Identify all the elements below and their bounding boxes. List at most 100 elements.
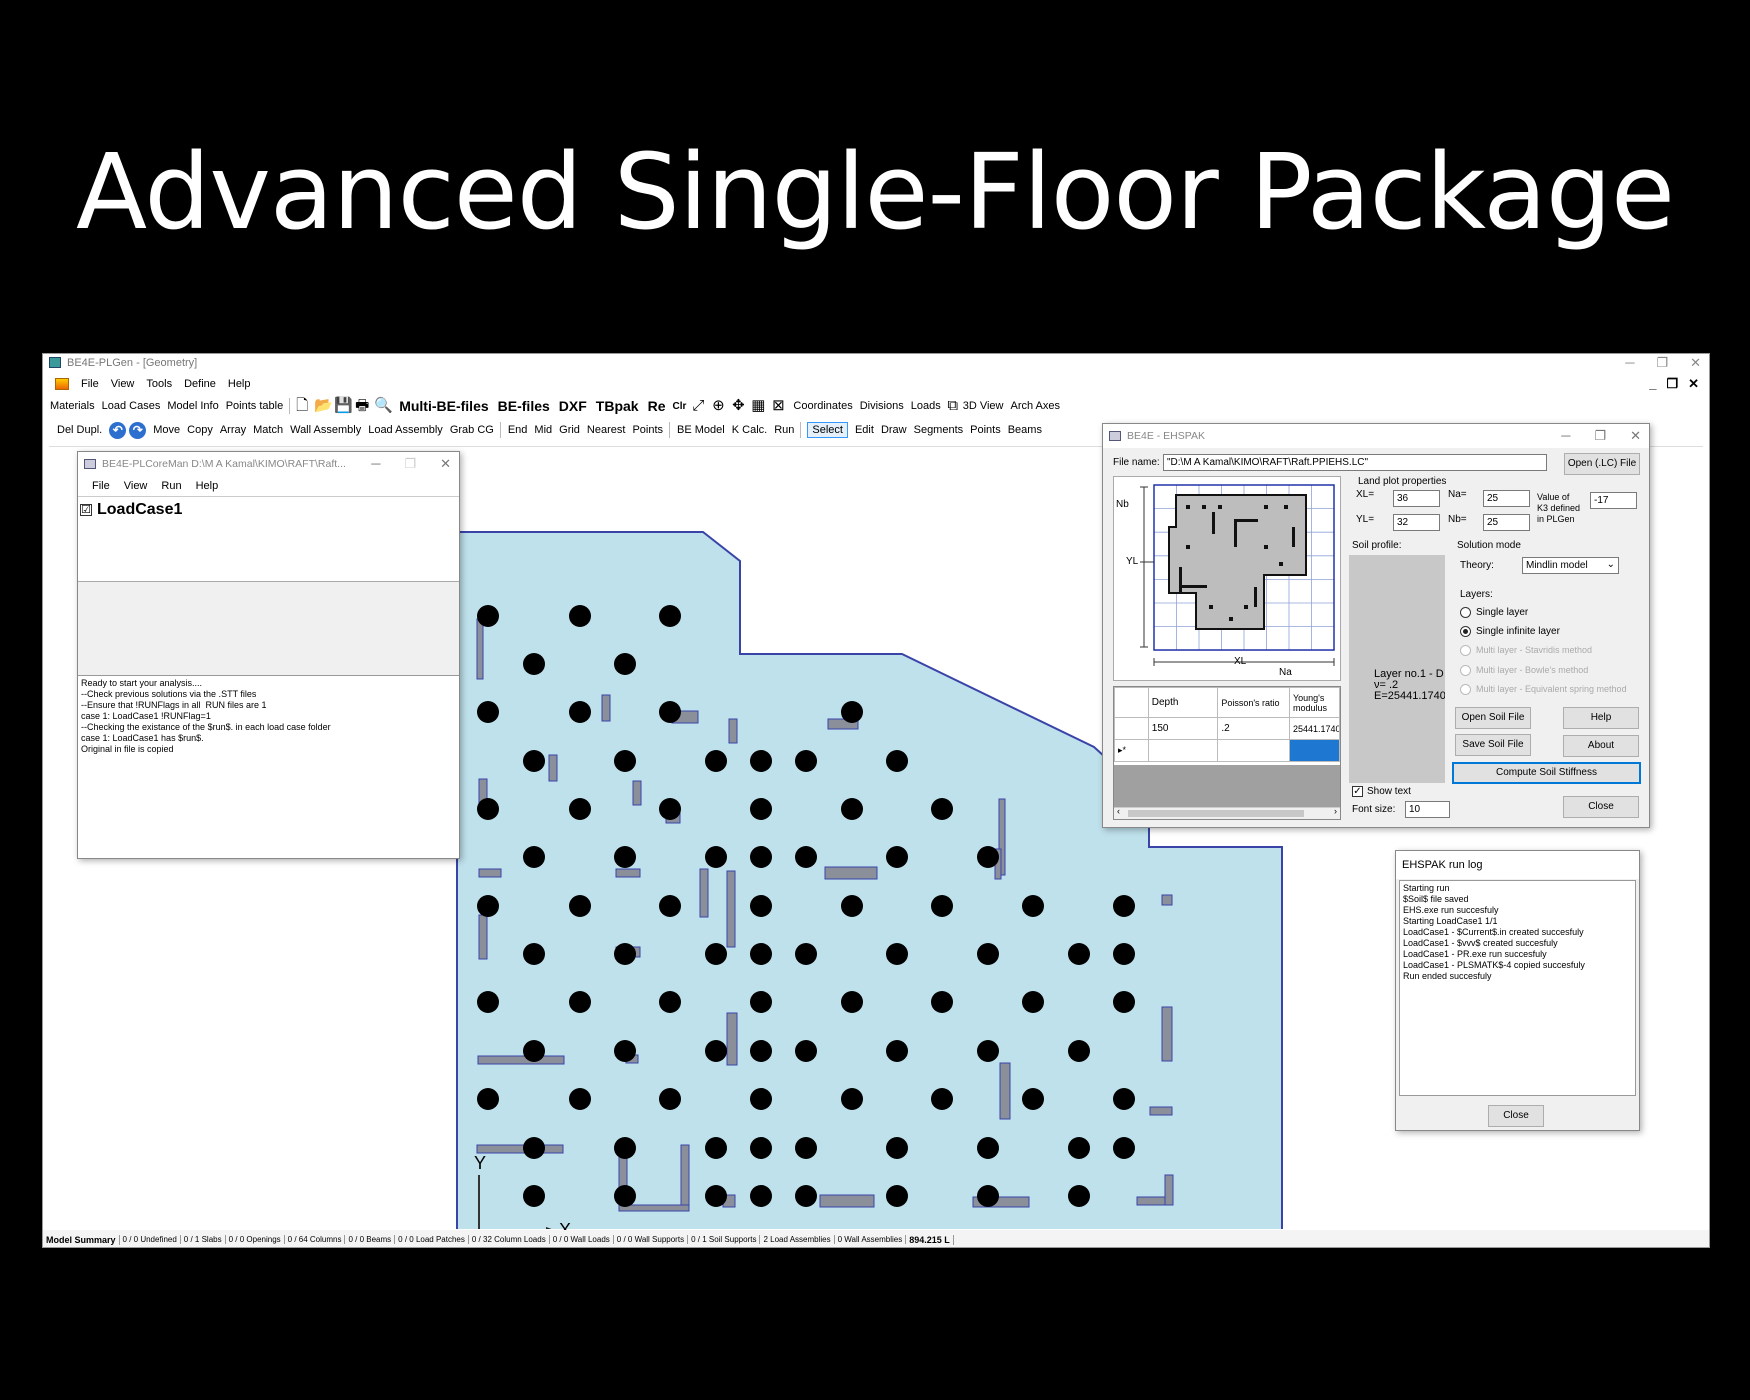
run-log-close-button[interactable]: Close [1488, 1105, 1544, 1127]
column[interactable] [1113, 1137, 1135, 1159]
coreman-menu-file[interactable]: File [92, 480, 110, 492]
materials-button[interactable]: Materials [50, 400, 95, 412]
save-soil-file-button[interactable]: Save Soil File [1455, 734, 1531, 756]
points-table-button[interactable]: Points table [226, 400, 283, 412]
column[interactable] [750, 846, 772, 868]
cell-depth[interactable]: 150 [1147, 717, 1219, 740]
column[interactable] [1022, 1088, 1044, 1110]
close-button[interactable]: Close [1563, 796, 1639, 818]
column[interactable] [523, 846, 545, 868]
column[interactable] [614, 653, 636, 675]
coreman-menu-help[interactable]: Help [196, 480, 219, 492]
column[interactable] [523, 653, 545, 675]
cell-poisson[interactable]: .2 [1217, 717, 1290, 740]
file-name-field[interactable]: "D:\M A Kamal\KIMO\RAFT\Raft.PPIEHS.LC" [1163, 454, 1547, 471]
column[interactable] [931, 991, 953, 1013]
close-icon[interactable]: ✕ [1630, 424, 1641, 448]
column[interactable] [750, 1137, 772, 1159]
menu-file[interactable]: File [81, 378, 99, 390]
loadcase-checkbox[interactable]: ☑ [80, 504, 92, 516]
column[interactable] [523, 1137, 545, 1159]
copy-button[interactable]: Copy [187, 424, 213, 436]
column[interactable] [523, 943, 545, 965]
column[interactable] [795, 1185, 817, 1207]
grid-icon[interactable]: ▦ [750, 398, 766, 414]
column[interactable] [750, 1040, 772, 1062]
show-text-checkbox[interactable]: ✓ [1352, 786, 1363, 797]
column[interactable] [705, 750, 727, 772]
column[interactable] [1113, 1088, 1135, 1110]
wall[interactable] [999, 1062, 1011, 1120]
array-button[interactable]: Array [220, 424, 246, 436]
undo-icon[interactable]: ↶ [109, 421, 127, 439]
column[interactable] [705, 943, 727, 965]
column[interactable] [569, 991, 591, 1013]
pan-icon[interactable]: ✥ [730, 398, 746, 414]
column[interactable] [977, 943, 999, 965]
model-info-button[interactable]: Model Info [167, 400, 218, 412]
menu-tools[interactable]: Tools [146, 378, 172, 390]
open-folder-icon[interactable]: 📂 [314, 398, 333, 414]
radio-single-infinite-layer[interactable] [1460, 626, 1471, 637]
column[interactable] [1113, 991, 1135, 1013]
column[interactable] [886, 1137, 908, 1159]
theory-select[interactable]: Mindlin model ⌄ [1522, 557, 1619, 574]
column[interactable] [569, 895, 591, 917]
minimize-icon[interactable]: ─ [1561, 424, 1570, 448]
beams-button[interactable]: Beams [1008, 424, 1042, 436]
minimize-icon[interactable]: ─ [1625, 354, 1634, 372]
column[interactable] [931, 798, 953, 820]
snap-grid-button[interactable]: Grid [559, 424, 580, 436]
column[interactable] [886, 943, 908, 965]
column[interactable] [931, 895, 953, 917]
preview-icon[interactable]: 🔍 [374, 398, 393, 414]
column[interactable] [1068, 943, 1090, 965]
wall[interactable] [477, 1055, 565, 1065]
radio-multi-stavridis[interactable] [1460, 645, 1471, 656]
column[interactable] [477, 991, 499, 1013]
column[interactable] [1068, 1185, 1090, 1207]
column[interactable] [659, 991, 681, 1013]
dxf-button[interactable]: DXF [559, 398, 587, 414]
column[interactable] [569, 1088, 591, 1110]
del-dupl-button[interactable]: Del Dupl. [57, 424, 102, 436]
column[interactable] [614, 943, 636, 965]
snap-nearest-button[interactable]: Nearest [587, 424, 626, 436]
xl-field[interactable]: 36 [1393, 490, 1440, 507]
column[interactable] [841, 1088, 863, 1110]
column[interactable] [569, 605, 591, 627]
cell-new-poisson[interactable] [1217, 739, 1290, 762]
column[interactable] [705, 1040, 727, 1062]
run-button[interactable]: Run [774, 424, 794, 436]
column[interactable] [569, 798, 591, 820]
wall[interactable] [824, 866, 878, 880]
column[interactable] [841, 701, 863, 723]
wall[interactable] [548, 754, 558, 782]
menu-define[interactable]: Define [184, 378, 216, 390]
restore-icon[interactable]: ❐ [404, 452, 416, 476]
column[interactable] [614, 1137, 636, 1159]
column[interactable] [750, 750, 772, 772]
column[interactable] [795, 943, 817, 965]
column[interactable] [886, 1040, 908, 1062]
yl-field[interactable]: 32 [1393, 514, 1440, 531]
wall[interactable] [1161, 1006, 1173, 1062]
column[interactable] [750, 895, 772, 917]
points-button[interactable]: Points [970, 424, 1001, 436]
cell-new-depth[interactable] [1147, 739, 1219, 762]
wall[interactable] [632, 780, 642, 806]
column[interactable] [1022, 895, 1044, 917]
scroll-thumb[interactable] [1128, 810, 1304, 817]
column[interactable] [1113, 943, 1135, 965]
column[interactable] [523, 1185, 545, 1207]
scroll-right-icon[interactable]: › [1334, 806, 1337, 816]
zoom-icon[interactable]: ⊕ [710, 398, 726, 414]
be-files-button[interactable]: BE-files [498, 398, 550, 414]
mdi-doc-icon[interactable] [55, 378, 69, 390]
divisions-button[interactable]: Divisions [860, 400, 904, 412]
draw-button[interactable]: Draw [881, 424, 907, 436]
minimize-icon[interactable]: ─ [371, 452, 380, 476]
font-size-field[interactable]: 10 [1405, 801, 1450, 818]
open-soil-file-button[interactable]: Open Soil File [1455, 707, 1531, 729]
edit-button[interactable]: Edit [855, 424, 874, 436]
